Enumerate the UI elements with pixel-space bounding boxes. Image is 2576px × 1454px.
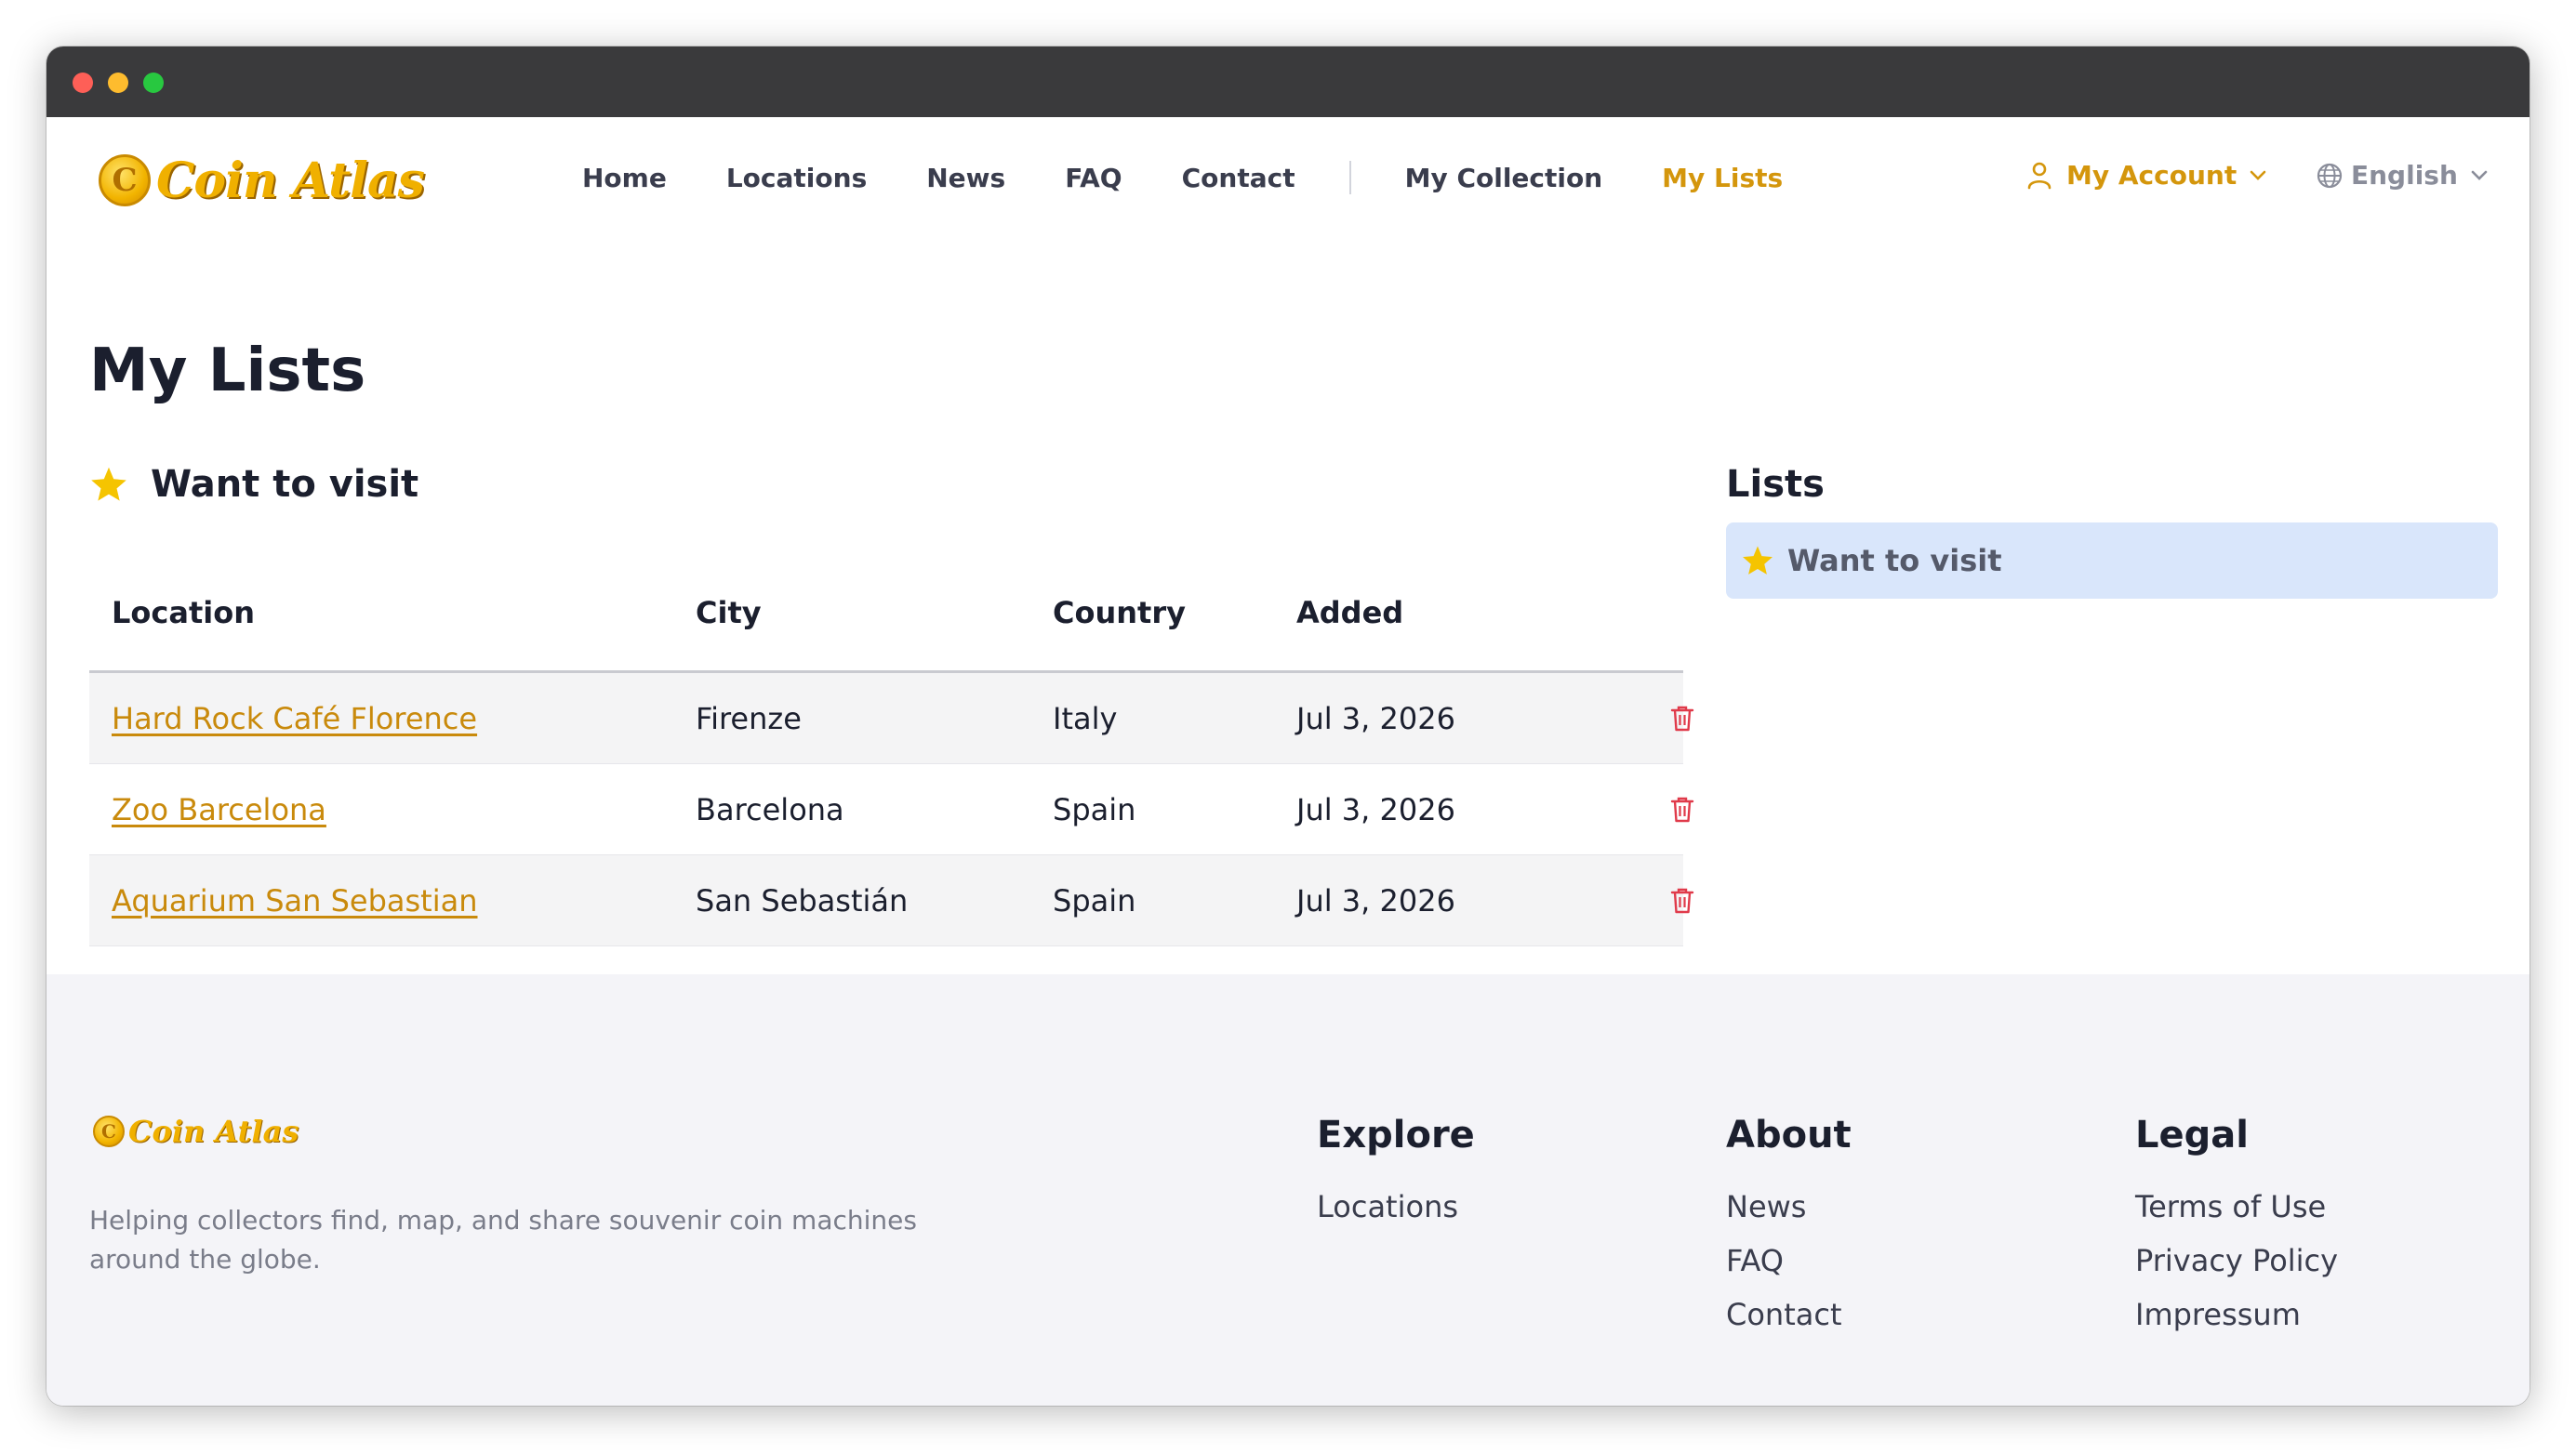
trash-icon[interactable] bbox=[1670, 705, 1694, 733]
nav-link-contact[interactable]: Contact bbox=[1182, 163, 1295, 193]
trash-icon[interactable] bbox=[1670, 887, 1694, 915]
footer-column-about: About News FAQ Contact bbox=[1726, 1114, 1852, 1344]
footer-link-terms[interactable]: Terms of Use bbox=[2135, 1177, 2338, 1236]
list-item-want-to-visit[interactable]: Want to visit bbox=[1726, 522, 2498, 599]
list-table: Location City Country Added Hard Rock Ca… bbox=[89, 547, 1694, 946]
city-cell: Barcelona bbox=[696, 792, 844, 827]
list-heading-title: Want to visit bbox=[151, 463, 419, 506]
footer-link-impressum[interactable]: Impressum bbox=[2135, 1285, 2338, 1344]
footer-link-faq[interactable]: FAQ bbox=[1726, 1231, 1852, 1290]
location-link[interactable]: Zoo Barcelona bbox=[112, 792, 326, 827]
city-cell: San Sebastián bbox=[696, 883, 909, 919]
nav-link-my-lists[interactable]: My Lists bbox=[1662, 163, 1783, 193]
trash-icon[interactable] bbox=[1670, 796, 1694, 824]
country-cell: Italy bbox=[1053, 701, 1118, 736]
chevron-down-icon bbox=[2471, 170, 2488, 180]
nav-divider bbox=[1348, 161, 1351, 194]
added-date-cell: Jul 3, 2026 bbox=[1296, 701, 1455, 736]
footer-column-title: Explore bbox=[1317, 1114, 1475, 1157]
browser-window: C Coin Atlas Home Locations News FAQ Con… bbox=[46, 46, 2530, 1406]
nav-link-faq[interactable]: FAQ bbox=[1065, 163, 1122, 193]
column-header-location: Location bbox=[112, 595, 255, 630]
maximize-window-button[interactable] bbox=[143, 73, 164, 93]
close-window-button[interactable] bbox=[73, 73, 93, 93]
page-title: My Lists bbox=[89, 337, 366, 405]
top-navbar: C Coin Atlas Home Locations News FAQ Con… bbox=[46, 117, 2530, 238]
footer-tagline: Helping collectors find, map, and share … bbox=[89, 1205, 917, 1275]
coin-logo-icon: C bbox=[93, 1116, 125, 1147]
user-icon bbox=[2027, 162, 2052, 189]
site-footer: C Coin Atlas Helping collectors find, ma… bbox=[46, 974, 2530, 1406]
footer-link-contact[interactable]: Contact bbox=[1726, 1285, 1852, 1344]
logo-text: Coin Atlas bbox=[156, 152, 425, 209]
nav-link-home[interactable]: Home bbox=[582, 163, 667, 193]
globe-icon bbox=[2317, 163, 2343, 188]
country-cell: Spain bbox=[1053, 792, 1136, 827]
column-header-city: City bbox=[696, 595, 762, 630]
added-date-cell: Jul 3, 2026 bbox=[1296, 883, 1455, 919]
nav-link-my-collection[interactable]: My Collection bbox=[1405, 163, 1603, 193]
nav-link-locations[interactable]: Locations bbox=[726, 163, 867, 193]
footer-logo-text: Coin Atlas bbox=[128, 1114, 299, 1149]
footer-logo[interactable]: C Coin Atlas bbox=[93, 1114, 299, 1149]
lists-panel-title: Lists bbox=[1726, 463, 1825, 506]
list-item-label: Want to visit bbox=[1787, 543, 2002, 578]
minimize-window-button[interactable] bbox=[108, 73, 128, 93]
country-cell: Spain bbox=[1053, 883, 1136, 919]
footer-link-locations[interactable]: Locations bbox=[1317, 1177, 1475, 1236]
table-header: Location City Country Added bbox=[89, 547, 1683, 673]
column-header-country: Country bbox=[1053, 595, 1186, 630]
nav-link-news[interactable]: News bbox=[926, 163, 1005, 193]
footer-link-news[interactable]: News bbox=[1726, 1177, 1852, 1236]
site-logo[interactable]: C Coin Atlas bbox=[99, 152, 425, 209]
added-date-cell: Jul 3, 2026 bbox=[1296, 792, 1455, 827]
my-account-menu[interactable]: My Account bbox=[2027, 160, 2266, 191]
footer-column-explore: Explore Locations bbox=[1317, 1114, 1475, 1236]
table-row: Zoo Barcelona Barcelona Spain Jul 3, 202… bbox=[89, 764, 1694, 855]
language-selector[interactable]: English bbox=[2316, 160, 2488, 191]
location-link[interactable]: Aquarium San Sebastian bbox=[112, 883, 478, 919]
footer-column-legal: Legal Terms of Use Privacy Policy Impres… bbox=[2135, 1114, 2338, 1344]
footer-column-title: Legal bbox=[2135, 1114, 2249, 1157]
location-link[interactable]: Hard Rock Café Florence bbox=[112, 701, 477, 736]
table-row: Hard Rock Café Florence Firenze Italy Ju… bbox=[89, 673, 1694, 764]
city-cell: Firenze bbox=[696, 701, 802, 736]
footer-column-title: About bbox=[1726, 1114, 1852, 1157]
footer-link-privacy[interactable]: Privacy Policy bbox=[2135, 1231, 2338, 1290]
list-heading: Want to visit bbox=[89, 463, 418, 506]
language-label: English bbox=[2351, 160, 2458, 191]
column-header-added: Added bbox=[1296, 595, 1404, 630]
star-icon bbox=[1743, 546, 1773, 575]
coin-logo-icon: C bbox=[99, 154, 151, 206]
my-account-label: My Account bbox=[2066, 160, 2237, 191]
nav-links: Home Locations News FAQ Contact My Colle… bbox=[582, 117, 1842, 238]
table-row: Aquarium San Sebastian San Sebastián Spa… bbox=[89, 855, 1694, 946]
star-icon bbox=[91, 467, 126, 501]
chevron-down-icon bbox=[2250, 170, 2266, 180]
window-titlebar bbox=[46, 46, 2530, 117]
